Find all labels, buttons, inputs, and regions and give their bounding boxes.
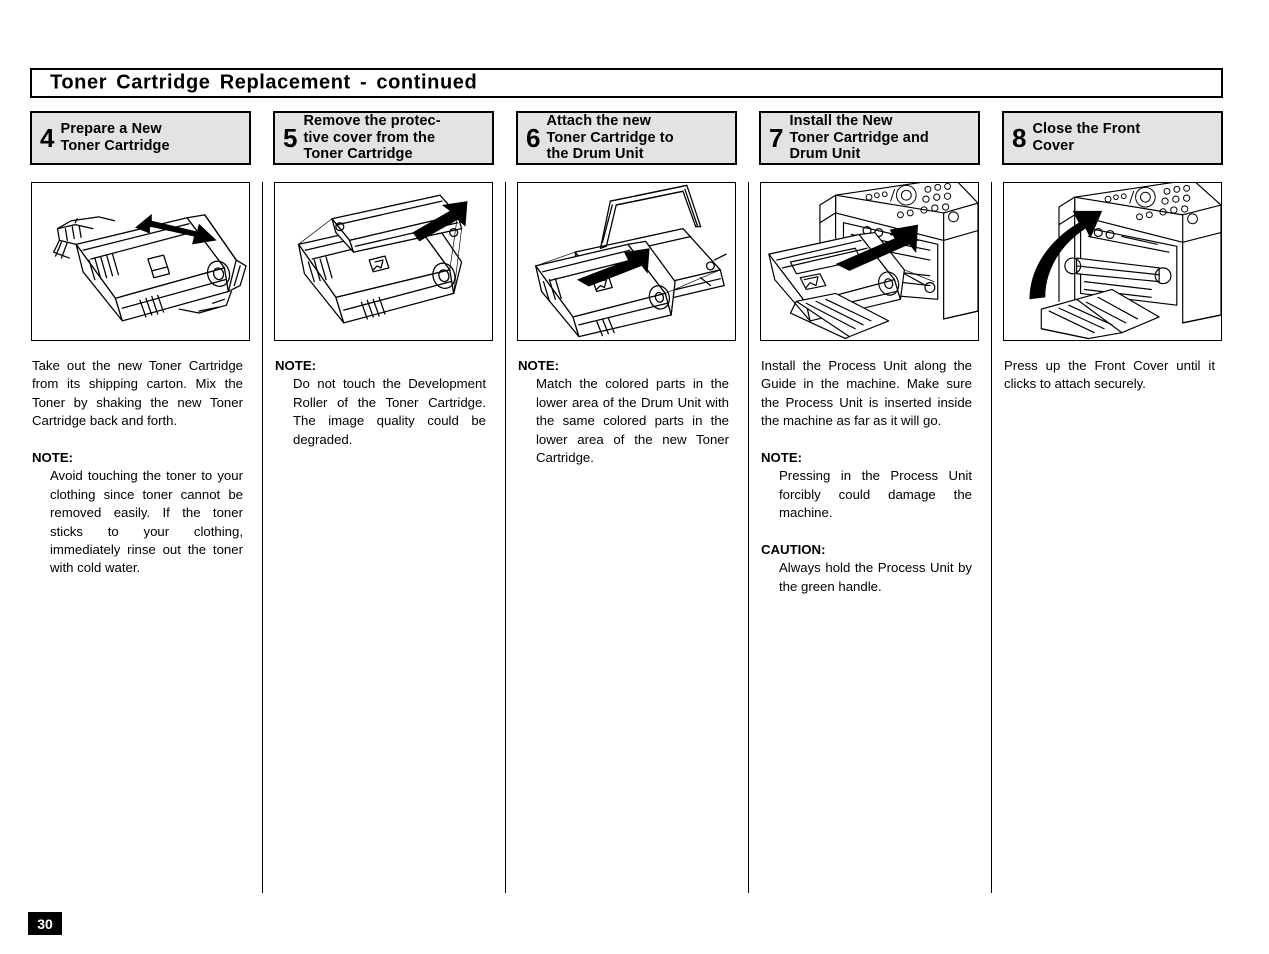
step-header-5: 5 Remove the protec- tive cover from the… [273, 111, 494, 165]
toner-cartridge-shake-illustration [52, 213, 247, 322]
illustration-box-5 [274, 182, 493, 341]
step-number-7: 7 [769, 123, 784, 153]
steps-container: 4 Prepare a New Toner Cartridge Take out… [30, 111, 1223, 901]
toner-cartridge-remove-cover-illustration [297, 194, 468, 324]
step-title-6: Attach the new Toner Cartridge to the Dr… [546, 112, 674, 163]
page-title-bar: Toner Cartridge Replacement - continued [30, 68, 1223, 98]
step-title-7: Install the New Toner Cartridge and Drum… [789, 112, 929, 163]
step-header-8: 8 Close the Front Cover [1002, 111, 1223, 165]
step-column-8: 8 Close the Front Cover Press up the Fro… [1002, 111, 1223, 901]
column-divider-3 [748, 182, 749, 893]
step-number-6: 6 [526, 123, 541, 153]
step-header-6: 6 Attach the new Toner Cartridge to the … [516, 111, 737, 165]
step-column-6: 6 Attach the new Toner Cartridge to the … [516, 111, 737, 901]
step-header-4: 4 Prepare a New Toner Cartridge [30, 111, 251, 165]
note-label-6: NOTE: [518, 358, 560, 373]
step-body-7: Install the Process Unit along the Guide… [761, 357, 972, 596]
illustration-box-8 [1003, 182, 1222, 341]
illustration-box-6 [517, 182, 736, 341]
step-column-7: 7 Install the New Toner Cartridge and Dr… [759, 111, 980, 901]
page-number-badge: 30 [28, 912, 62, 935]
illustration-box-4 [31, 182, 250, 341]
note-text-7: Pressing in the Process Unit forcibly co… [779, 468, 972, 521]
illustration-box-7 [760, 182, 979, 341]
step-number-4: 4 [40, 123, 55, 153]
column-divider-1 [262, 182, 263, 893]
step-column-4: 4 Prepare a New Toner Cartridge Take out… [30, 111, 251, 901]
step-paragraph-4: Take out the new Toner Cartridge from it… [32, 358, 243, 429]
step-number-8: 8 [1012, 123, 1027, 153]
step-paragraph-7: Install the Process Unit along the Guide… [761, 358, 972, 429]
step-body-4: Take out the new Toner Cartridge from it… [32, 357, 243, 578]
note-text-6: Match the colored parts in the lower are… [536, 376, 729, 466]
note-text-4: Avoid touching the toner to your clothin… [50, 468, 243, 576]
step-body-5: NOTE: Do not touch the Development Rolle… [275, 357, 486, 449]
step-paragraph-8: Press up the Front Cover until it clicks… [1004, 358, 1215, 392]
note-label-5: NOTE: [275, 358, 317, 373]
note-text-5: Do not touch the Development Roller of t… [293, 376, 486, 447]
toner-cartridge-into-drum-unit-illustration [535, 184, 727, 338]
step-header-7: 7 Install the New Toner Cartridge and Dr… [759, 111, 980, 165]
step-title-5: Remove the protec- tive cover from the T… [303, 112, 441, 163]
note-label-4: NOTE: [32, 450, 74, 466]
caution-label-7: CAUTION: [761, 542, 826, 558]
step-title-8: Close the Front Cover [1032, 121, 1141, 154]
close-front-cover-illustration [1029, 183, 1221, 340]
page-number: 30 [37, 915, 53, 932]
step-body-6: NOTE: Match the colored parts in the low… [518, 357, 729, 467]
caution-text-7: Always hold the Process Unit by the gree… [779, 560, 972, 594]
note-label-7: NOTE: [761, 450, 803, 466]
step-number-5: 5 [283, 123, 298, 153]
process-unit-into-machine-illustration [768, 183, 978, 340]
page-title: Toner Cartridge Replacement - continued [50, 71, 478, 94]
step-title-4: Prepare a New Toner Cartridge [60, 121, 170, 154]
column-divider-4 [991, 182, 992, 893]
step-column-5: 5 Remove the protec- tive cover from the… [273, 111, 494, 901]
step-body-8: Press up the Front Cover until it clicks… [1004, 357, 1215, 394]
column-divider-2 [505, 182, 506, 893]
